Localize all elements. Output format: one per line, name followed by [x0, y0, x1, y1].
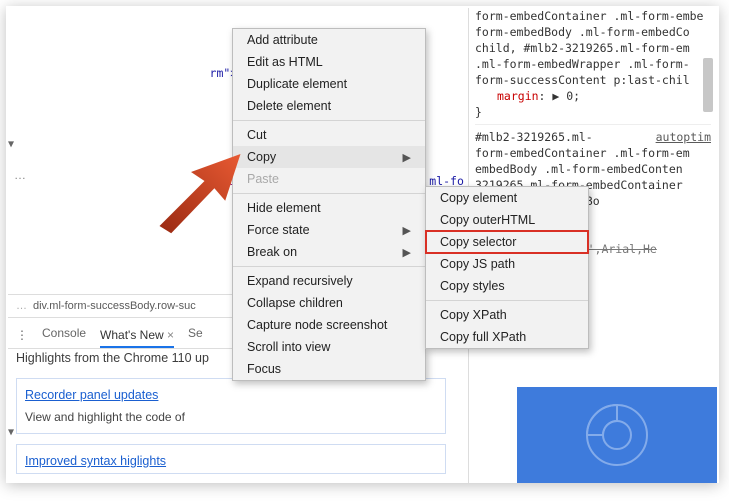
link-syntax-highlights[interactable]: Improved syntax higlights: [25, 451, 437, 471]
collapse-arrow-icon[interactable]: ▼: [8, 136, 14, 154]
submenu-copy-outerhtml[interactable]: Copy outerHTML: [426, 209, 588, 231]
breadcrumb-overflow-icon[interactable]: …: [16, 300, 27, 312]
menu-edit-as-html[interactable]: Edit as HTML: [233, 51, 425, 73]
menu-copy[interactable]: Copy▶: [233, 146, 425, 168]
list-item[interactable]: Improved syntax higlights: [16, 444, 446, 474]
menu-cut[interactable]: Cut: [233, 124, 425, 146]
list-item[interactable]: Recorder panel updates View and highligh…: [16, 378, 446, 434]
menu-scroll-into-view[interactable]: Scroll into view: [233, 336, 425, 358]
menu-duplicate-element[interactable]: Duplicate element: [233, 73, 425, 95]
css-rule[interactable]: form-embedContainer .ml-form-embe form-e…: [475, 8, 711, 120]
submenu-copy-xpath[interactable]: Copy XPath: [426, 304, 588, 326]
submenu-copy-styles[interactable]: Copy styles: [426, 275, 588, 297]
breadcrumb-text[interactable]: div.ml-form-successBody.row-suc: [33, 300, 196, 312]
tab-truncated[interactable]: Se: [188, 326, 203, 344]
collapse-arrow-icon[interactable]: ▼: [8, 424, 14, 442]
submenu-copy-element[interactable]: Copy element: [426, 187, 588, 209]
menu-add-attribute[interactable]: Add attribute: [233, 29, 425, 51]
menu-capture-screenshot[interactable]: Capture node screenshot: [233, 314, 425, 336]
menu-focus[interactable]: Focus: [233, 358, 425, 380]
link-desc: View and highlight the code of: [25, 407, 437, 427]
submenu-copy-js-path[interactable]: Copy JS path: [426, 253, 588, 275]
close-icon[interactable]: ×: [167, 328, 174, 342]
submenu-copy-selector[interactable]: Copy selector: [426, 231, 588, 253]
menu-force-state[interactable]: Force state▶: [233, 219, 425, 241]
submenu-copy-full-xpath[interactable]: Copy full XPath: [426, 326, 588, 348]
copy-submenu: Copy element Copy outerHTML Copy selecto…: [425, 186, 589, 349]
menu-collapse-children[interactable]: Collapse children: [233, 292, 425, 314]
context-menu: Add attribute Edit as HTML Duplicate ele…: [232, 28, 426, 381]
source-link[interactable]: autoptim: [656, 129, 711, 145]
submenu-caret-icon: ▶: [403, 151, 411, 164]
menu-paste: Paste: [233, 168, 425, 190]
link-recorder-updates[interactable]: Recorder panel updates: [25, 385, 437, 405]
blueprint-image: [517, 387, 717, 483]
submenu-caret-icon: ▶: [403, 246, 411, 259]
tab-whats-new[interactable]: What's New ×: [100, 328, 174, 348]
menu-delete-element[interactable]: Delete element: [233, 95, 425, 117]
kebab-icon[interactable]: ⋮: [16, 328, 28, 342]
menu-expand-recursively[interactable]: Expand recursively: [233, 270, 425, 292]
menu-break-on[interactable]: Break on▶: [233, 241, 425, 263]
tab-console[interactable]: Console: [42, 326, 86, 344]
menu-hide-element[interactable]: Hide element: [233, 197, 425, 219]
submenu-caret-icon: ▶: [403, 224, 411, 237]
